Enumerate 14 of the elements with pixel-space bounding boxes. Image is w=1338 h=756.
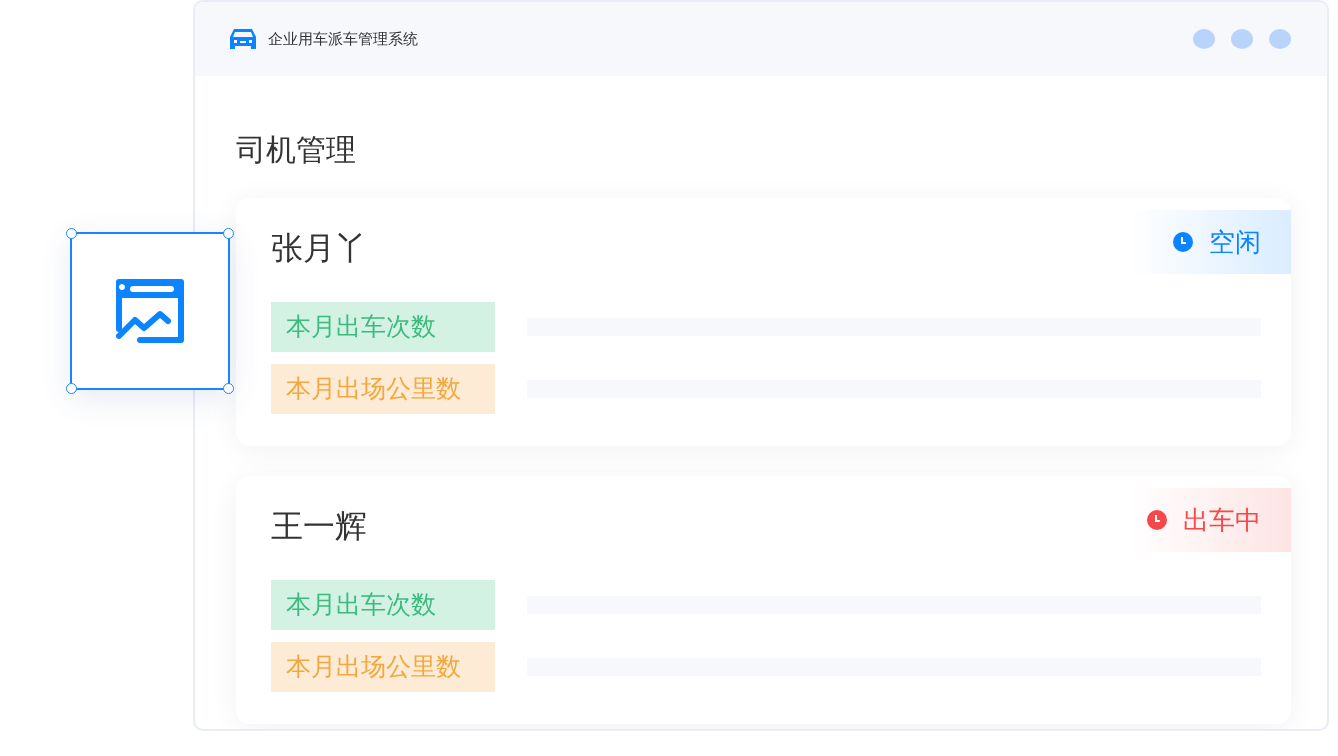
image-icon xyxy=(116,279,184,343)
stat-label: 本月出车次数 xyxy=(271,580,495,630)
window-title: 企业用车派车管理系统 xyxy=(268,29,418,49)
driver-name: 张月丫 xyxy=(271,228,367,268)
page-title: 司机管理 xyxy=(236,131,357,169)
car-icon xyxy=(228,27,258,51)
stat-label: 本月出车次数 xyxy=(271,302,495,352)
resize-handle[interactable] xyxy=(223,383,234,394)
resize-handle[interactable] xyxy=(66,383,77,394)
stat-label: 本月出场公里数 xyxy=(271,642,495,692)
stat-label: 本月出场公里数 xyxy=(271,364,495,414)
resize-handle[interactable] xyxy=(66,228,77,239)
driver-name: 王一辉 xyxy=(271,506,367,546)
resize-handle[interactable] xyxy=(223,228,234,239)
